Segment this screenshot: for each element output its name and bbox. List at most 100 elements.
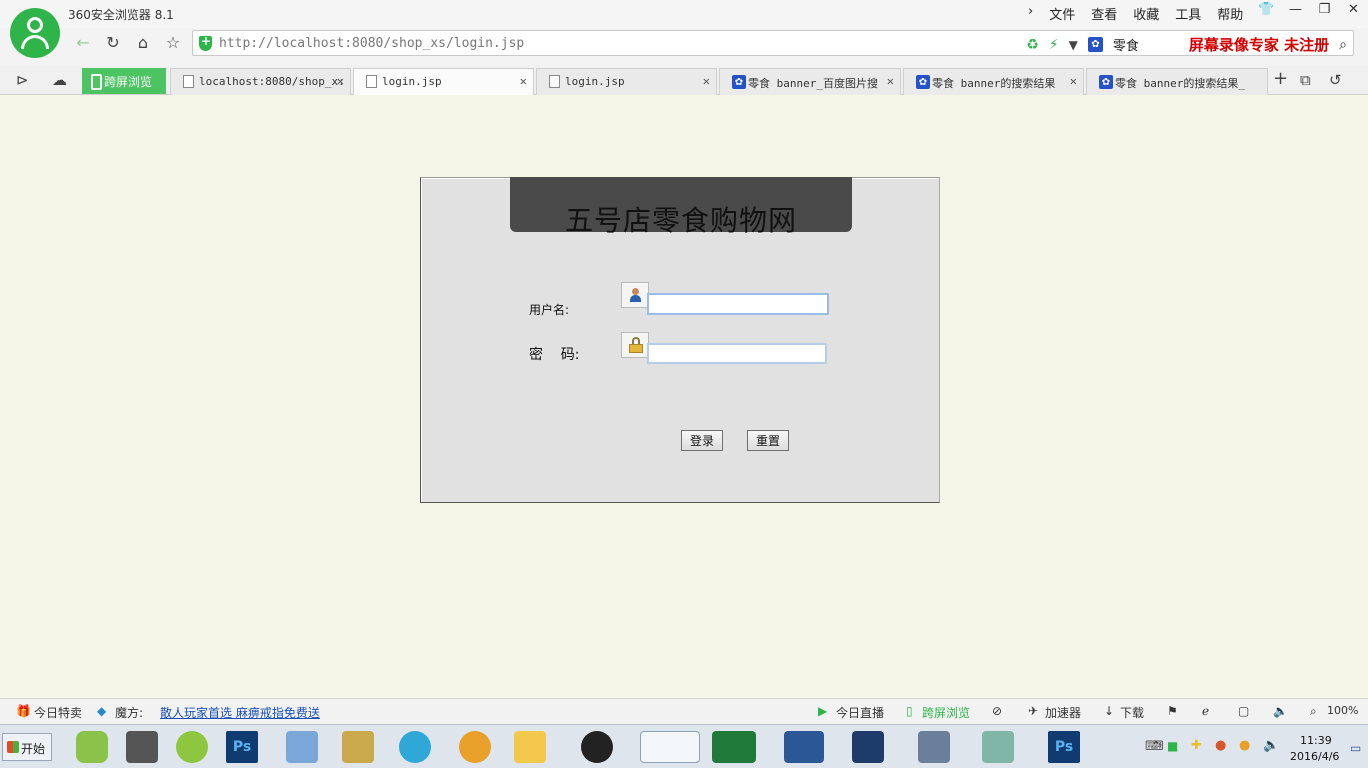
clock-time[interactable]: 11:39 xyxy=(1300,734,1332,747)
login-button[interactable]: 登录 xyxy=(681,430,723,451)
start-button[interactable]: 开始 xyxy=(2,733,52,761)
cloud-icon[interactable]: ☁ xyxy=(52,71,67,89)
phone-icon: ▯ xyxy=(906,704,913,718)
tab-login-active[interactable]: login.jsp ✕ xyxy=(353,68,534,96)
browser-task-icon[interactable] xyxy=(640,731,700,763)
page-icon xyxy=(183,75,194,88)
tray-expand-icon[interactable]: ⌃ xyxy=(1151,739,1161,753)
transfer-icon[interactable] xyxy=(286,731,318,763)
tab-title: 零食 banner的搜索结果_ xyxy=(1115,77,1245,90)
play-icon: ▶ xyxy=(818,704,828,718)
show-desktop-icon[interactable]: ▭ xyxy=(1350,741,1361,755)
star-icon[interactable]: ☆ xyxy=(160,30,186,56)
ad-link[interactable]: 散人玩家首选 麻痹戒指免费送 xyxy=(160,704,320,721)
recycle-icon[interactable]: ♻ xyxy=(1026,37,1039,53)
tab-title: localhost:8080/shop_x: xyxy=(199,75,345,88)
clean-icon[interactable]: ⊘ xyxy=(992,704,1002,718)
photoshop-icon[interactable]: Ps xyxy=(226,731,258,763)
plus-shield-icon[interactable]: ✚ xyxy=(1191,738,1202,753)
username-input[interactable] xyxy=(647,293,829,315)
app-s-icon[interactable] xyxy=(852,731,884,763)
cross-screen-link[interactable]: 跨屏浏览 xyxy=(922,704,970,721)
tab-search-results-2[interactable]: ✿ 零食 banner的搜索结果_ xyxy=(1086,68,1268,95)
page-icon xyxy=(366,75,377,88)
url-text[interactable]: http://localhost:8080/shop_xs/login.jsp xyxy=(219,36,524,51)
user-icon xyxy=(621,282,649,308)
close-icon[interactable]: ✕ xyxy=(337,74,344,88)
new-tab-icon[interactable]: + xyxy=(1273,68,1288,89)
home-icon[interactable]: ⌂ xyxy=(130,30,156,56)
menu-favorites[interactable]: 收藏 xyxy=(1125,4,1167,23)
notebook-icon[interactable] xyxy=(982,731,1014,763)
tab-login[interactable]: login.jsp ✕ xyxy=(536,68,717,95)
restore-button[interactable]: ❐ xyxy=(1310,0,1339,22)
folder-icon[interactable] xyxy=(514,731,546,763)
qq-tray-icon-2[interactable]: ● xyxy=(1239,738,1250,753)
monitor-icon[interactable]: ■ xyxy=(1167,739,1178,753)
menu-help[interactable]: 帮助 xyxy=(1209,4,1251,23)
baidu-paw-icon: ✿ xyxy=(732,75,746,89)
android-icon[interactable] xyxy=(76,731,108,763)
tab-baidu-images[interactable]: ✿ 零食 banner_百度图片搜 ✕ xyxy=(719,68,901,95)
today-deals-link[interactable]: 今日特卖 xyxy=(34,704,82,721)
chevron-down-icon[interactable]: ▼ xyxy=(1069,38,1078,52)
tab-search-results-1[interactable]: ✿ 零食 banner的搜索结果 ✕ xyxy=(903,68,1084,95)
recorder-watermark: 屏幕录像专家 未注册 xyxy=(1188,36,1330,54)
globe-icon[interactable] xyxy=(399,731,431,763)
close-icon[interactable]: ✕ xyxy=(887,74,894,88)
address-bar[interactable]: http://localhost:8080/shop_xs/login.jsp … xyxy=(192,30,1354,56)
excel-icon[interactable] xyxy=(712,731,756,763)
database-icon[interactable] xyxy=(459,731,491,763)
menu-tools[interactable]: 工具 xyxy=(1167,4,1209,23)
cross-screen-tab[interactable]: 跨屏浏览 xyxy=(82,68,166,94)
menu-chevron-icon[interactable]: › xyxy=(1020,4,1041,23)
accelerator-link[interactable]: 加速器 xyxy=(1045,704,1081,721)
qq-icon[interactable] xyxy=(581,731,613,763)
refresh-icon[interactable]: ↻ xyxy=(100,30,126,56)
page-icon xyxy=(549,75,560,88)
search-icon[interactable]: ⌕ xyxy=(1339,37,1347,53)
photoshop-icon-2[interactable]: Ps xyxy=(1048,731,1080,763)
close-icon[interactable]: ✕ xyxy=(520,74,527,88)
password-label: 密 码: xyxy=(529,347,580,363)
download-link[interactable]: 下载 xyxy=(1120,704,1144,721)
zoom-level[interactable]: 100% xyxy=(1327,704,1358,717)
menu-bar: › 文件 查看 收藏 工具 帮助 xyxy=(1020,4,1251,23)
lightning-icon[interactable]: ⚡ xyxy=(1049,37,1059,53)
security-shield-icon xyxy=(199,34,212,51)
speaker-icon[interactable]: 🔈 xyxy=(1273,704,1288,718)
sidebar-toggle-icon[interactable]: ⊳ xyxy=(16,71,29,89)
tab-bar: ⊳ ☁ 跨屏浏览 localhost:8080/shop_x: ✕ login.… xyxy=(0,66,1368,96)
search-engine-term[interactable]: 零食 xyxy=(1113,35,1139,54)
tab-localhost[interactable]: localhost:8080/shop_x: ✕ xyxy=(170,68,351,95)
skin-icon[interactable]: 👕 xyxy=(1252,0,1281,22)
volume-icon[interactable]: 🔈 xyxy=(1263,738,1279,753)
flag-icon[interactable]: ⚑ xyxy=(1167,704,1178,718)
close-button[interactable]: ✕ xyxy=(1339,0,1368,22)
back-icon[interactable]: ← xyxy=(70,30,96,56)
computer-icon[interactable] xyxy=(918,731,950,763)
word-icon[interactable] xyxy=(784,731,824,763)
browser-logo-icon[interactable] xyxy=(10,8,60,58)
clock-date[interactable]: 2016/4/6 xyxy=(1290,750,1339,763)
dreamweaver-icon[interactable] xyxy=(176,731,208,763)
device-manager-icon[interactable] xyxy=(126,731,158,763)
window-icon[interactable]: ▢ xyxy=(1238,704,1249,718)
reset-button[interactable]: 重置 xyxy=(747,430,789,451)
login-banner: 五号店零食购物网 xyxy=(510,177,852,237)
menu-file[interactable]: 文件 xyxy=(1041,4,1083,23)
qq-tray-icon[interactable]: ● xyxy=(1215,738,1226,753)
page-content: 五号店零食购物网 用户名: 密 码: 登录 重置 xyxy=(0,95,1368,698)
status-bar: 🎁 今日特卖 ◆ 魔方: 散人玩家首选 麻痹戒指免费送 ▶ 今日直播 ▯ 跨屏浏… xyxy=(0,698,1368,724)
menu-view[interactable]: 查看 xyxy=(1083,4,1125,23)
close-icon[interactable]: ✕ xyxy=(703,74,710,88)
baidu-paw-icon[interactable]: ✿ xyxy=(1087,37,1103,52)
minimize-button[interactable]: — xyxy=(1281,0,1310,22)
undo-close-icon[interactable]: ↺ xyxy=(1329,71,1342,89)
password-input[interactable] xyxy=(647,343,827,364)
today-live-link[interactable]: 今日直播 xyxy=(836,704,884,721)
tools-icon[interactable] xyxy=(342,731,374,763)
tab-list-icon[interactable]: ⧉ xyxy=(1300,71,1311,89)
close-icon[interactable]: ✕ xyxy=(1070,74,1077,88)
ie-icon[interactable]: ℯ xyxy=(1202,704,1209,718)
